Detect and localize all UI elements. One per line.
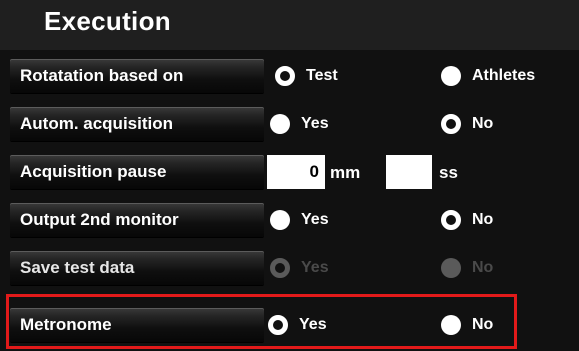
section-title: Execution <box>44 6 171 36</box>
output-2nd-monitor-yes-option[interactable]: Yes <box>270 208 329 232</box>
radio-selected-icon <box>270 258 290 278</box>
acquisition-pause-label: Acquisition pause <box>20 162 167 181</box>
radio-selected-icon[interactable] <box>441 114 461 134</box>
metronome-highlight-frame <box>6 294 517 349</box>
option-label: No <box>472 259 494 276</box>
setting-row-output-2nd-monitor: Output 2nd monitor Yes No <box>0 194 579 242</box>
radio-unselected-icon[interactable] <box>441 66 461 86</box>
setting-row-rotation: Rotatation based on Test Athletes <box>0 50 579 98</box>
rotation-athletes-option[interactable]: Athletes <box>441 64 535 88</box>
radio-unselected-icon[interactable] <box>270 114 290 134</box>
option-label: Test <box>306 67 338 84</box>
output-2nd-monitor-label: Output 2nd monitor <box>20 210 179 229</box>
setting-row-acquisition-pause: Acquisition pause 0 mm ss <box>0 146 579 194</box>
minutes-unit: mm <box>330 163 361 182</box>
save-test-data-label: Save test data <box>20 258 135 277</box>
save-test-data-yes-option: Yes <box>270 256 329 280</box>
option-label: No <box>472 211 494 228</box>
rotation-label: Rotatation based on <box>20 66 184 85</box>
output-2nd-monitor-no-option[interactable]: No <box>441 208 493 232</box>
radio-unselected-icon[interactable] <box>270 210 290 230</box>
radio-selected-icon[interactable] <box>275 66 295 86</box>
setting-row-autom-acquisition: Autom. acquisition Yes No <box>0 98 579 146</box>
option-label: No <box>472 115 494 132</box>
section-header: Execution <box>0 0 579 49</box>
output-2nd-monitor-label-button[interactable]: Output 2nd monitor <box>10 203 264 237</box>
rotation-label-button[interactable]: Rotatation based on <box>10 59 264 93</box>
setting-row-save-test-data: Save test data Yes No <box>0 242 579 290</box>
save-test-data-no-option: No <box>441 256 493 280</box>
option-label: Athletes <box>472 67 536 84</box>
acquisition-pause-label-button[interactable]: Acquisition pause <box>10 155 264 189</box>
minutes-input[interactable]: 0 <box>267 155 325 189</box>
autom-acquisition-yes-option[interactable]: Yes <box>270 112 329 136</box>
seconds-unit: ss <box>439 163 458 182</box>
autom-acquisition-label-button[interactable]: Autom. acquisition <box>10 107 264 141</box>
seconds-input[interactable] <box>386 155 432 189</box>
option-label: Yes <box>301 211 329 228</box>
option-label: Yes <box>301 115 329 132</box>
option-label: Yes <box>301 259 329 276</box>
autom-acquisition-no-option[interactable]: No <box>441 112 493 136</box>
radio-unselected-icon <box>441 258 461 278</box>
save-test-data-label-button[interactable]: Save test data <box>10 251 264 285</box>
rotation-test-option[interactable]: Test <box>275 64 338 88</box>
radio-selected-icon[interactable] <box>441 210 461 230</box>
autom-acquisition-label: Autom. acquisition <box>20 114 173 133</box>
